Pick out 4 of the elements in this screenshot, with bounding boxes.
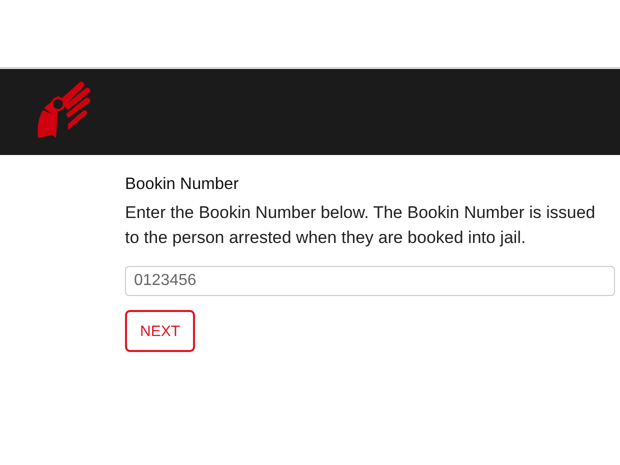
next-button[interactable]: NEXT xyxy=(125,310,195,352)
form-heading: Bookin Number xyxy=(125,175,240,194)
bookin-number-field[interactable]: 0123456 xyxy=(125,266,615,296)
form-description: Enter the Bookin Number below. The Bookin Number is issued to the person arrested when they are booked into jail. xyxy=(125,202,596,249)
